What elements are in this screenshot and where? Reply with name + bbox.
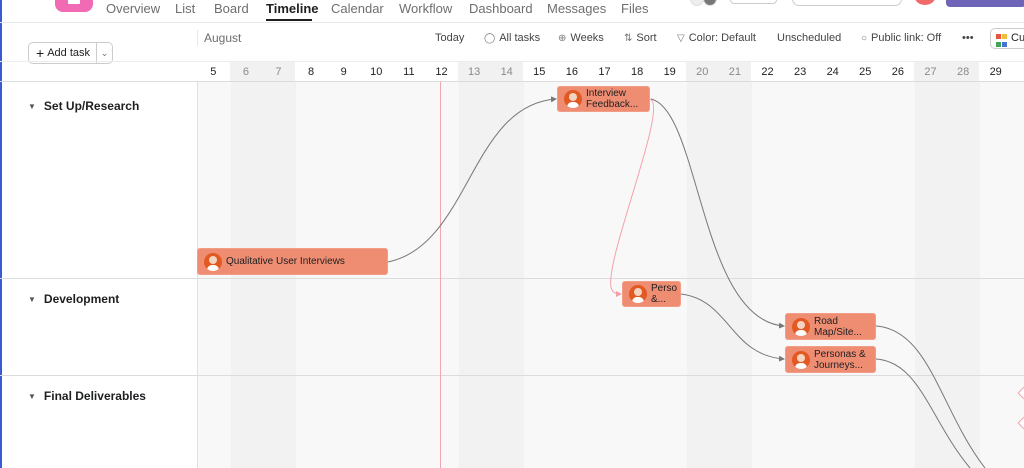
task-name: Interview Feedback... [586,88,639,110]
dependency-line [875,358,971,468]
task-name: Road Map/Site... [814,315,862,338]
assignee-avatar [204,252,222,271]
assignee-avatar [564,90,582,108]
task-name: Personas & Journeys... [814,348,866,371]
task-bar[interactable]: Personas & Journeys... [785,346,876,373]
task-bar[interactable]: Road Map/Site... [785,313,876,340]
assignee-avatar [792,350,810,369]
dependency-line [680,293,785,362]
dependency-line [610,98,655,297]
task-bar[interactable]: Qualitative User Interviews [197,248,388,275]
dependency-lines [387,96,986,468]
dependency-line [875,325,986,468]
task-name: Qualitative User Interviews [226,256,345,267]
assignee-avatar [629,285,647,303]
task-name: Perso &... [651,283,677,305]
dependency-line [387,96,557,263]
task-bar[interactable]: Interview Feedback... [557,86,650,112]
assignee-avatar [792,317,810,336]
task-bar[interactable]: Perso &... [622,281,681,307]
